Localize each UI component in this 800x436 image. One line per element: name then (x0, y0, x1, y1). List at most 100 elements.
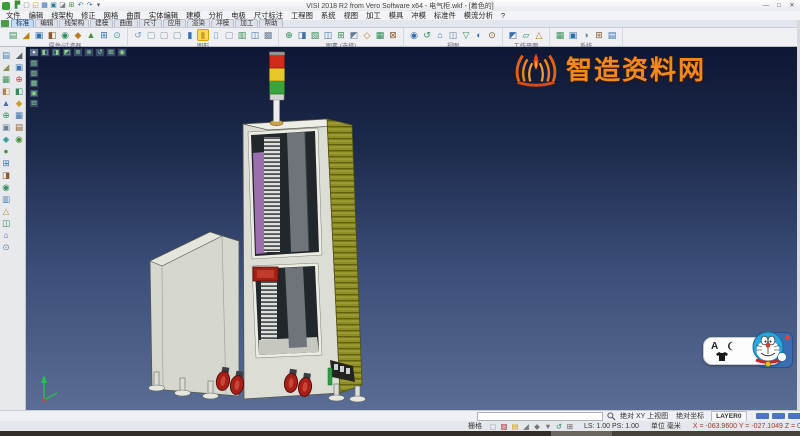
toolbar-icon-1-7[interactable]: ▢ (223, 29, 235, 41)
toolbar-icon-2-7[interactable]: ▦ (374, 29, 386, 41)
left-tool-icon-col1-15[interactable]: ⌂ (1, 230, 12, 241)
toolbar-icon-3-0[interactable]: ◉ (408, 29, 420, 41)
view-button-top-0[interactable]: ● (29, 48, 39, 57)
left-tool-icon-col2-1[interactable]: ▣ (14, 62, 25, 73)
toolbar-icon-1-8[interactable]: ▥ (236, 29, 248, 41)
toolbar-icon-2-8[interactable]: ⊠ (387, 29, 399, 41)
left-tool-icon-col2-5[interactable]: ▦ (14, 110, 25, 121)
left-tool-icon-col2-2[interactable]: ⊕ (14, 74, 25, 85)
toolbar-icon-1-9[interactable]: ◫ (249, 29, 261, 41)
left-tool-icon-col1-12[interactable]: ▥ (1, 194, 12, 205)
left-tool-icon-col2-0[interactable]: ◢ (14, 50, 25, 61)
toolbar-icon-3-3[interactable]: ◫ (447, 29, 459, 41)
toolbar-icon-0-3[interactable]: ◧ (46, 29, 58, 41)
moon-icon[interactable] (726, 341, 736, 351)
menu-item-15[interactable]: 模具 (385, 11, 408, 21)
active-layer-button[interactable]: LAYER0 (711, 411, 746, 422)
left-tool-icon-col1-0[interactable]: ▤ (1, 50, 12, 61)
view-button-top-4[interactable]: ⊕ (73, 48, 83, 57)
view-button-top-1[interactable]: ◧ (40, 48, 50, 57)
color-bar[interactable] (772, 413, 785, 419)
toolbar-icon-1-1[interactable]: ▢ (145, 29, 157, 41)
left-tool-icon-col1-9[interactable]: ⊞ (1, 158, 12, 169)
left-tool-icon-col1-3[interactable]: ◧ (1, 86, 12, 97)
toolbar-icon-2-4[interactable]: ⊞ (335, 29, 347, 41)
snap-icon-0[interactable]: ▢ (488, 422, 498, 431)
toolbar-icon-4-1[interactable]: ▱ (520, 29, 532, 41)
toolbar-icon-2-3[interactable]: ◫ (322, 29, 334, 41)
view-button-top-5[interactable]: ⊗ (84, 48, 94, 57)
toolbar-icon-5-4[interactable]: ▤ (606, 29, 618, 41)
toolbar-icon-1-10[interactable]: ▩ (262, 29, 274, 41)
color-bar[interactable] (756, 413, 769, 419)
toolbar-icon-4-2[interactable]: △ (533, 29, 545, 41)
close-button[interactable]: ✕ (786, 1, 798, 10)
snap-mode-label[interactable]: 栅格 (468, 421, 482, 431)
toolbar-icon-5-2[interactable]: ◑ (580, 29, 592, 41)
left-tool-icon-col1-16[interactable]: ⊙ (1, 242, 12, 253)
workplane-view-label[interactable]: 绝对 XY 上视图 (616, 411, 672, 421)
view-button-top-3[interactable]: ◩ (62, 48, 72, 57)
search-icon[interactable] (607, 412, 616, 421)
left-tool-icon-col1-8[interactable]: ● (1, 146, 12, 157)
ribbon-tab-8[interactable]: 冲模 (211, 19, 234, 27)
toolbar-icon-5-0[interactable]: ▦ (554, 29, 566, 41)
left-tool-icon-col1-10[interactable]: ◨ (1, 170, 12, 181)
view-button-side-4[interactable]: ⊟ (29, 99, 39, 108)
toolbar-icon-0-8[interactable]: ⊙ (111, 29, 123, 41)
ribbon-tab-9[interactable]: 加工 (235, 19, 258, 27)
toolbar-icon-1-4[interactable]: ▮ (184, 29, 196, 41)
toolbar-icon-0-6[interactable]: ▲ (85, 29, 97, 41)
left-tool-icon-col1-11[interactable]: ◉ (1, 182, 12, 193)
view-button-top-7[interactable]: ⊞ (106, 48, 116, 57)
toolbar-icon-0-5[interactable]: ◆ (72, 29, 84, 41)
left-tool-icon-col2-6[interactable]: ▤ (14, 122, 25, 133)
menu-item-14[interactable]: 加工 (362, 11, 385, 21)
quick-access-icon-2[interactable]: ◱ (31, 1, 40, 10)
toolbar-icon-5-1[interactable]: ▣ (567, 29, 579, 41)
left-tool-icon-col2-4[interactable]: ◆ (14, 98, 25, 109)
quick-access-icon-0[interactable]: ▛ (13, 1, 22, 10)
left-tool-icon-col1-1[interactable]: ◢ (1, 62, 12, 73)
left-tool-icon-col1-5[interactable]: ⊕ (1, 110, 12, 121)
toolbar-icon-3-5[interactable]: ◐ (473, 29, 485, 41)
menu-item-13[interactable]: 视图 (340, 11, 363, 21)
view-button-side-0[interactable]: ▤ (29, 59, 39, 68)
quick-access-icon-9[interactable]: ▾ (94, 1, 103, 10)
ribbon-lead-icon[interactable] (1, 20, 9, 27)
left-tool-icon-col1-13[interactable]: △ (1, 206, 12, 217)
toolbar-icon-0-7[interactable]: ⊞ (98, 29, 110, 41)
toolbar-icon-2-2[interactable]: ▧ (309, 29, 321, 41)
snap-icon-1[interactable]: ▨ (499, 422, 509, 431)
left-tool-icon-col1-6[interactable]: ▣ (1, 122, 12, 133)
toolbar-icon-2-1[interactable]: ◨ (296, 29, 308, 41)
coordinate-mode-label[interactable]: 绝对坐标 (672, 411, 708, 421)
toolbar-icon-1-3[interactable]: ▢ (171, 29, 183, 41)
menu-item-17[interactable]: 标准件 (430, 11, 460, 21)
quick-access-icon-7[interactable]: ↶ (76, 1, 85, 10)
ribbon-tab-6[interactable]: 应用 (163, 19, 186, 27)
toolbar-icon-5-3[interactable]: ⊞ (593, 29, 605, 41)
left-tool-icon-col2-3[interactable]: ◧ (14, 86, 25, 97)
menu-item-18[interactable]: 模流分析 (460, 11, 497, 21)
left-tool-icon-col2-7[interactable]: ◉ (14, 134, 25, 145)
toolbar-icon-4-0[interactable]: ◩ (507, 29, 519, 41)
snap-icon-5[interactable]: ▼ (543, 422, 553, 431)
ribbon-tab-2[interactable]: 线架构 (59, 19, 89, 27)
toolbar-icon-1-0[interactable]: ↺ (132, 29, 144, 41)
menu-item-11[interactable]: 工程图 (287, 11, 317, 21)
ime-mode-letter[interactable]: A (711, 341, 718, 352)
toolbar-icon-0-1[interactable]: ◢ (20, 29, 32, 41)
view-button-side-3[interactable]: ▣ (29, 89, 39, 98)
quick-access-icon-8[interactable]: ↷ (85, 1, 94, 10)
snap-icon-6[interactable]: ↺ (554, 422, 564, 431)
menu-item-16[interactable]: 冲模 (407, 11, 430, 21)
color-bar[interactable] (788, 413, 800, 419)
taskbar-segment[interactable] (551, 431, 612, 436)
ribbon-tab-5[interactable]: 尺寸 (139, 19, 162, 27)
toolbar-icon-3-4[interactable]: ▽ (460, 29, 472, 41)
toolbar-icon-3-1[interactable]: ↺ (421, 29, 433, 41)
snap-icon-7[interactable]: ⊞ (565, 422, 575, 431)
toolbar-icon-0-0[interactable]: ▤ (7, 29, 19, 41)
quick-access-icon-4[interactable]: ▣ (49, 1, 58, 10)
